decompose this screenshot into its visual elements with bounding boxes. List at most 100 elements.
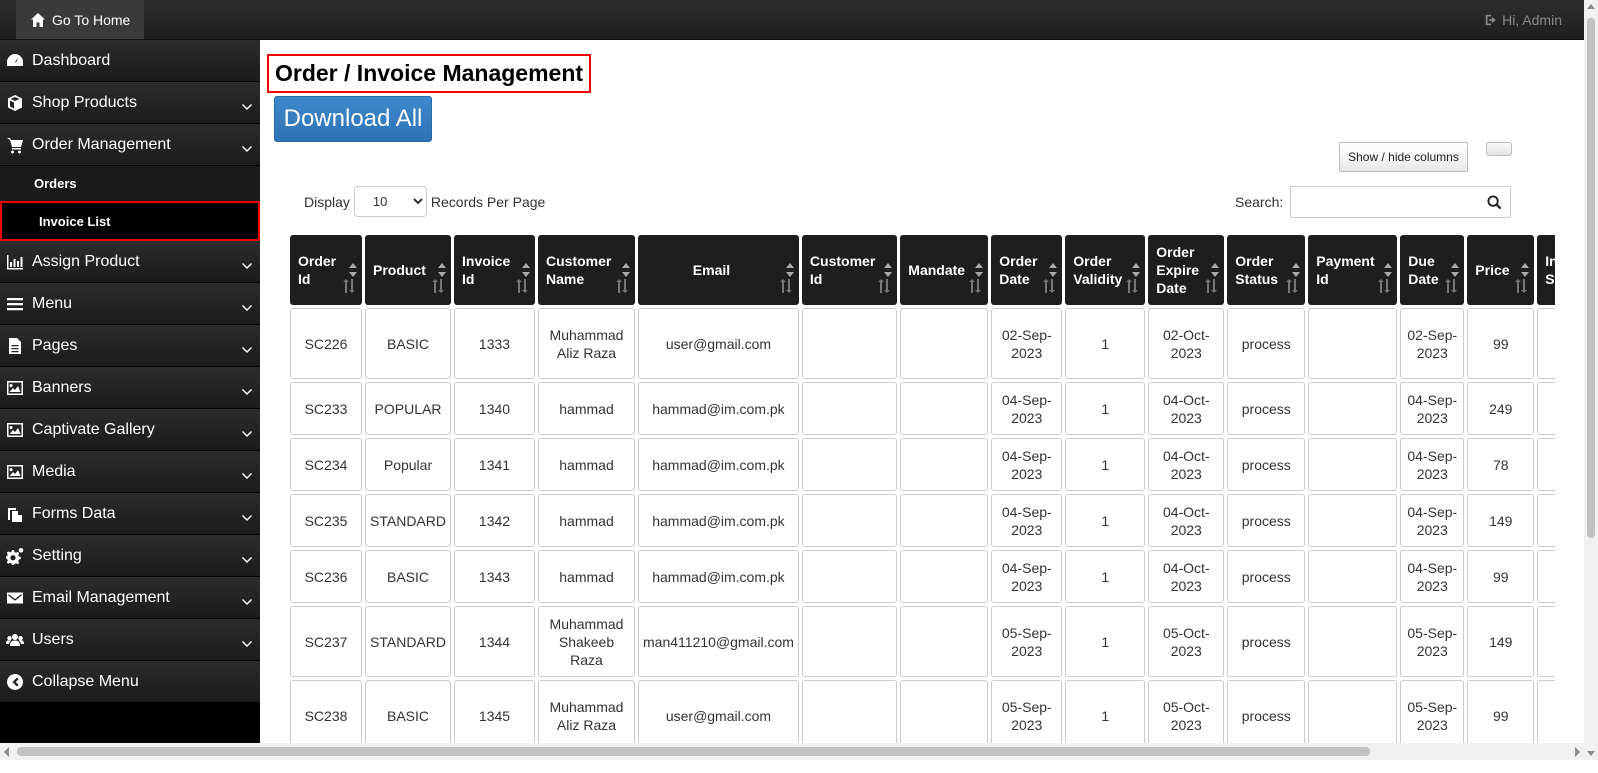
column-header-mandate[interactable]: Mandate xyxy=(900,235,989,305)
column-header-label: Invoice Status xyxy=(1545,253,1555,287)
sidebar-item-label: Assign Product xyxy=(32,252,140,270)
cell-mandate xyxy=(900,494,989,547)
sidebar-subitem-orders[interactable]: Orders xyxy=(0,166,260,201)
sidebar-item-forms-data[interactable]: Forms Data xyxy=(0,493,260,535)
image-icon xyxy=(6,379,24,397)
sidebar-item-order-management[interactable]: Order Management xyxy=(0,124,260,166)
sidebar-item-media[interactable]: Media xyxy=(0,451,260,493)
sidebar-item-users[interactable]: Users xyxy=(0,619,260,661)
show-hide-columns-button[interactable]: Show / hide columns xyxy=(1339,142,1468,172)
sidebar-item-label: Shop Products xyxy=(32,93,137,111)
column-header-due-date[interactable]: Due Date xyxy=(1400,235,1465,305)
table-row[interactable]: SC236 BASIC 1343 hammad hammad@im.com.pk 04-S… xyxy=(290,550,1555,603)
cell-customer-id xyxy=(801,680,898,743)
table-row[interactable]: SC226 BASIC 1333 Muhammad Aliz Raza user@gma… xyxy=(290,308,1555,379)
chevron-down-icon xyxy=(242,341,252,353)
column-header-customer-id[interactable]: Customer Id xyxy=(801,235,898,305)
cell-order-status: process xyxy=(1227,680,1306,743)
column-header-order-validity[interactable]: Order Validity xyxy=(1065,235,1146,305)
table-header-row: Order Id Product Invoice Id Customer Name Em… xyxy=(290,235,1555,305)
admin-menu[interactable]: Hi, Admin xyxy=(1484,12,1562,28)
horizontal-scroll-thumb[interactable] xyxy=(17,747,1370,756)
cell-due-date: 04-Sep-2023 xyxy=(1400,550,1465,603)
sidebar-item-label: Banners xyxy=(32,378,92,396)
cell-order-expire-date: 04-Oct-2023 xyxy=(1148,438,1225,491)
column-header-label: Customer Id xyxy=(809,253,876,287)
column-header-label: Invoice Id xyxy=(462,253,511,287)
sidebar-item-menu[interactable]: Menu xyxy=(0,283,260,325)
cell-invoice-status: pe xyxy=(1537,494,1555,547)
column-header-order-date[interactable]: Order Date xyxy=(991,235,1063,305)
column-header-order-expire-date[interactable]: Order Expire Date xyxy=(1148,235,1225,305)
search-icon xyxy=(1487,195,1502,210)
cell-price: 149 xyxy=(1467,494,1535,547)
cell-customer-name: hammad xyxy=(538,550,635,603)
sidebar-item-dashboard[interactable]: Dashboard xyxy=(0,40,260,82)
column-toggle-button[interactable] xyxy=(1486,142,1512,156)
column-header-price[interactable]: Price xyxy=(1467,235,1535,305)
cell-order-date: 02-Sep-2023 xyxy=(991,308,1063,379)
sort-icon xyxy=(1384,263,1393,277)
horizontal-scroll-right-arrow[interactable] xyxy=(1575,747,1580,757)
column-header-order-status[interactable]: Order Status xyxy=(1227,235,1306,305)
column-header-invoice-id[interactable]: Invoice Id xyxy=(454,235,535,305)
cell-customer-name: hammad xyxy=(538,438,635,491)
box-icon xyxy=(6,94,24,112)
cell-order-status: process xyxy=(1227,494,1306,547)
invoice-table: Order Id Product Invoice Id Customer Name Em… xyxy=(289,233,1555,743)
column-header-payment-id[interactable]: Payment Id xyxy=(1308,235,1398,305)
sidebar-subitem-invoice-list[interactable]: Invoice List xyxy=(0,201,260,241)
sidebar-item-assign-product[interactable]: Assign Product xyxy=(0,241,260,283)
sidebar-item-pages[interactable]: Pages xyxy=(0,325,260,367)
records-per-page-select[interactable]: 10 xyxy=(353,186,427,217)
table-row[interactable]: SC238 BASIC 1345 Muhammad Aliz Raza user@gma… xyxy=(290,680,1555,743)
column-header-order-id[interactable]: Order Id xyxy=(290,235,362,305)
column-header-email[interactable]: Email xyxy=(638,235,799,305)
cell-price: 99 xyxy=(1467,680,1535,743)
go-to-home-button[interactable]: Go To Home xyxy=(16,0,145,39)
cell-mandate xyxy=(900,382,989,435)
cell-order-validity: 1 xyxy=(1065,494,1146,547)
top-bar: Go To Home Hi, Admin xyxy=(0,0,1584,40)
column-header-customer-name[interactable]: Customer Name xyxy=(538,235,635,305)
vertical-scrollbar[interactable] xyxy=(1584,0,1598,760)
cell-product: BASIC xyxy=(365,680,451,743)
vertical-scroll-up-arrow[interactable] xyxy=(1587,4,1595,9)
download-all-button[interactable]: Download All xyxy=(274,96,432,142)
cell-mandate xyxy=(900,308,989,379)
cell-customer-name: Muhammad Shakeeb Raza xyxy=(538,606,635,677)
vertical-scroll-thumb[interactable] xyxy=(1587,18,1595,538)
cell-order-id: SC235 xyxy=(290,494,362,547)
table-row[interactable]: SC234 Popular 1341 hammad hammad@im.com.pk 04… xyxy=(290,438,1555,491)
column-header-invoice-status[interactable]: Invoice Status xyxy=(1537,235,1555,305)
sidebar-item-banners[interactable]: Banners xyxy=(0,367,260,409)
bars-icon xyxy=(6,295,24,313)
sidebar-item-email-management[interactable]: Email Management xyxy=(0,577,260,619)
horizontal-scrollbar[interactable] xyxy=(0,743,1584,760)
sort-order-icon xyxy=(1515,279,1528,293)
sidebar-item-collapse-menu[interactable]: Collapse Menu xyxy=(0,661,260,703)
cell-mandate xyxy=(900,438,989,491)
sidebar-item-setting[interactable]: Setting xyxy=(0,535,260,577)
cell-order-status: process xyxy=(1227,606,1306,677)
sidebar-item-shop-products[interactable]: Shop Products xyxy=(0,82,260,124)
table-row[interactable]: SC235 STANDARD 1342 hammad hammad@im.com.pk 0… xyxy=(290,494,1555,547)
sort-order-icon xyxy=(616,279,628,293)
sort-icon xyxy=(1211,263,1220,277)
horizontal-scroll-left-arrow[interactable] xyxy=(4,747,9,757)
cell-customer-id xyxy=(801,438,898,491)
cell-order-id: SC234 xyxy=(290,438,362,491)
cell-product: BASIC xyxy=(365,308,451,379)
sort-order-icon xyxy=(878,279,891,293)
search-input[interactable] xyxy=(1290,186,1511,218)
vertical-scroll-down-arrow[interactable] xyxy=(1587,751,1595,756)
table-row[interactable]: SC237 STANDARD 1344 Muhammad Shakeeb Raza ma… xyxy=(290,606,1555,677)
cell-product: STANDARD xyxy=(365,606,451,677)
bar-chart-icon xyxy=(6,253,24,271)
sort-icon xyxy=(785,263,794,277)
column-header-product[interactable]: Product xyxy=(365,235,451,305)
cell-payment-id xyxy=(1308,680,1398,743)
sidebar-item-captivate-gallery[interactable]: Captivate Gallery xyxy=(0,409,260,451)
cell-order-expire-date: 04-Oct-2023 xyxy=(1148,550,1225,603)
table-row[interactable]: SC233 POPULAR 1340 hammad hammad@im.com.pk 04… xyxy=(290,382,1555,435)
